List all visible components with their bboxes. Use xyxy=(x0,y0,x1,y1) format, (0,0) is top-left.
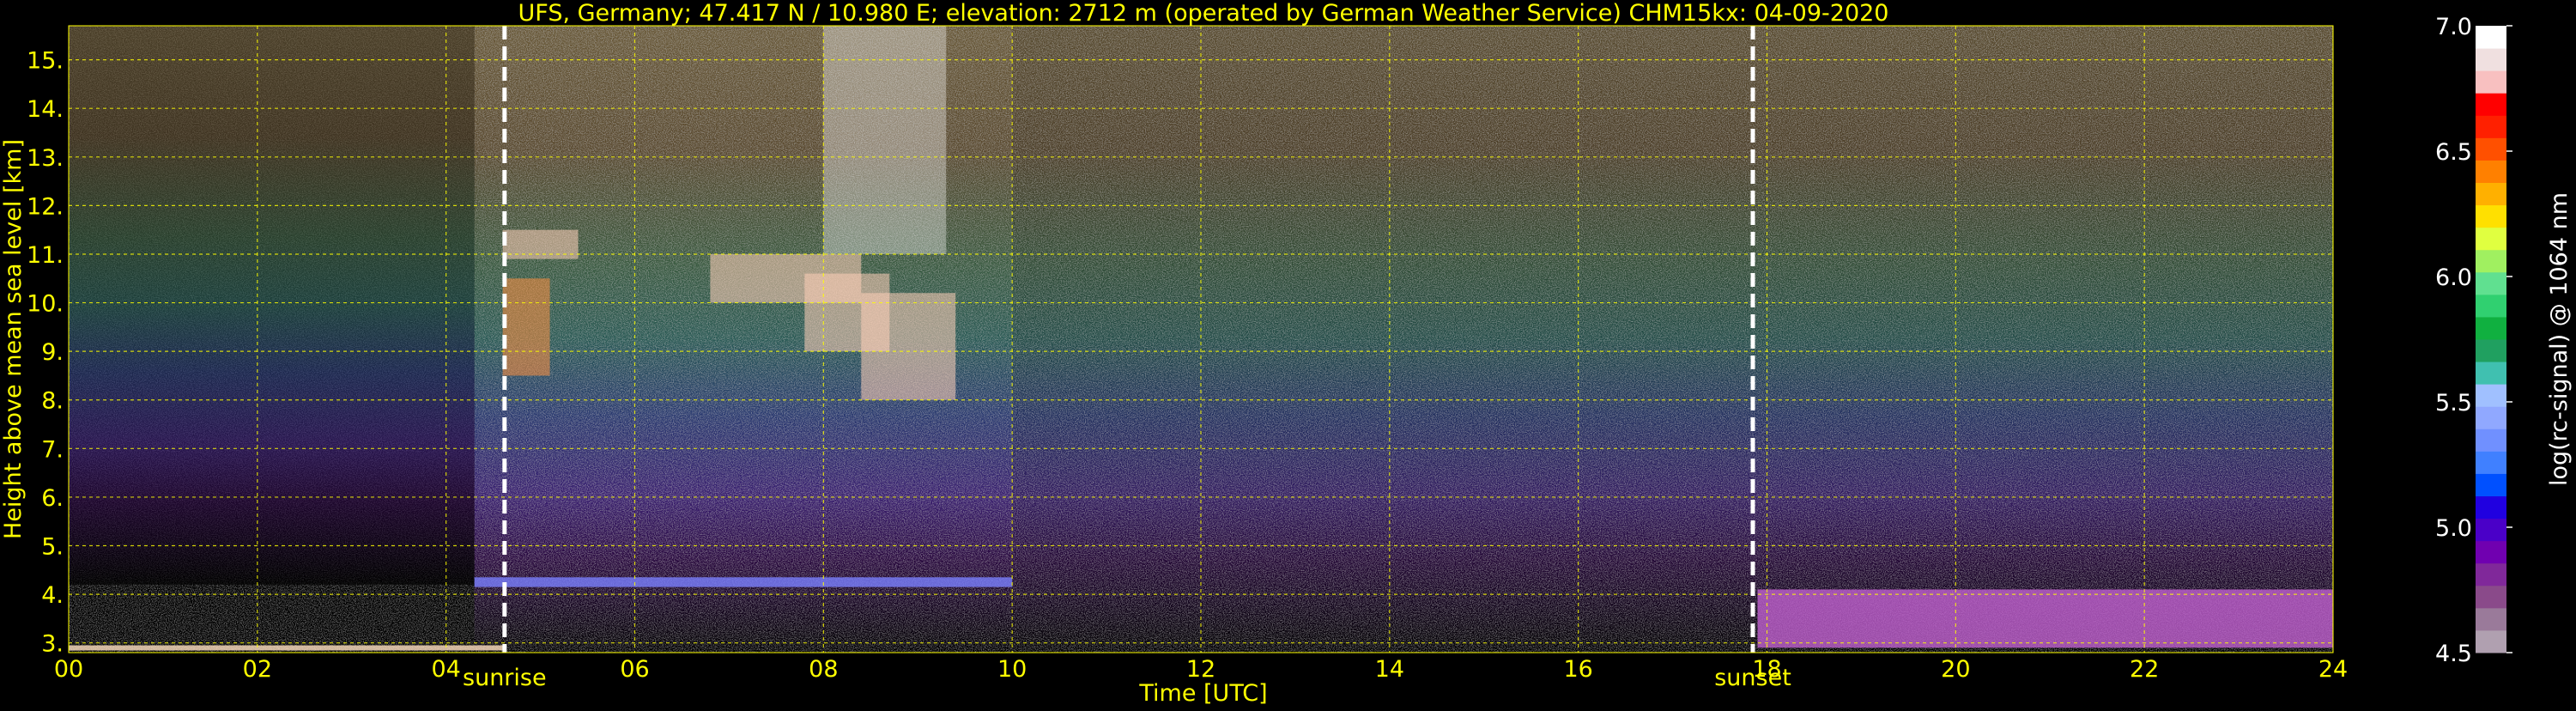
y-tick-label: 15. xyxy=(27,48,64,75)
night-signal-field xyxy=(69,26,475,585)
x-tick-label: 14 xyxy=(1375,656,1404,683)
colorbar-segment xyxy=(2476,48,2506,71)
x-axis-label: Time [UTC] xyxy=(1138,680,1267,707)
y-tick-label: 10. xyxy=(27,291,64,318)
colorbar-segment xyxy=(2476,294,2506,318)
colorbar-tick-label: 6.0 xyxy=(2435,264,2472,291)
colorbar-segment xyxy=(2476,562,2506,586)
cirrus-patch xyxy=(502,229,579,259)
y-tick-label: 14. xyxy=(27,96,64,123)
colorbar-segment xyxy=(2476,607,2506,631)
ceilometer-svg: UFS, Germany; 47.417 N / 10.980 E; eleva… xyxy=(0,0,2573,707)
plot-area xyxy=(69,26,2333,653)
colorbar-segment xyxy=(2476,629,2506,653)
x-tick-labels: 00 02 04 06 08 10 12 14 16 18 20 22 24 xyxy=(54,656,2348,683)
colorbar-tick-label: 5.5 xyxy=(2435,390,2472,416)
colorbar-segment xyxy=(2476,26,2506,49)
y-tick-label: 4. xyxy=(41,582,64,609)
ground-return xyxy=(69,645,503,651)
colorbar-segment xyxy=(2476,271,2506,295)
y-tick-label: 9. xyxy=(41,339,64,366)
cirrus-patch xyxy=(861,293,956,400)
x-tick-label: 10 xyxy=(997,656,1027,683)
colorbar-segment xyxy=(2476,339,2506,362)
boundary-layer-top-feature xyxy=(474,577,1013,587)
chart-title: UFS, Germany; 47.417 N / 10.980 E; eleva… xyxy=(518,0,1889,27)
colorbar-tick-label: 5.0 xyxy=(2435,515,2472,542)
colorbar-segment xyxy=(2476,249,2506,273)
colorbar-segment xyxy=(2476,540,2506,564)
colorbar-segment xyxy=(2476,182,2506,206)
cirrus-patch xyxy=(502,278,550,376)
residual-layer-feature xyxy=(1757,589,2333,648)
y-tick-label: 12. xyxy=(27,193,64,220)
x-tick-label: 02 xyxy=(243,656,272,683)
y-tick-label: 8. xyxy=(41,388,64,415)
y-tick-label: 6. xyxy=(41,485,64,512)
y-tick-labels: 3. 4. 5. 6. 7. 8. 9. 10. 11. 12. 13. 14. 15. xyxy=(27,48,64,658)
y-tick-label: 5. xyxy=(41,534,64,561)
colorbar-segment xyxy=(2476,316,2506,340)
colorbar-segment xyxy=(2476,115,2506,138)
colorbar-segment xyxy=(2476,406,2506,429)
x-tick-label: 00 xyxy=(54,656,83,683)
colorbar-label: log(rc-signal) @ 1064 nm xyxy=(2546,192,2573,486)
x-tick-label: 08 xyxy=(809,656,838,683)
colorbar-segment xyxy=(2476,70,2506,94)
colorbar-segment xyxy=(2476,204,2506,228)
x-tick-label: 04 xyxy=(431,656,460,683)
colorbar-segment xyxy=(2476,93,2506,116)
colorbar-segment xyxy=(2476,473,2506,496)
colorbar-tick-label: 6.5 xyxy=(2435,139,2472,166)
y-tick-label: 13. xyxy=(27,145,64,172)
colorbar xyxy=(2476,26,2506,653)
sunrise-label: sunrise xyxy=(463,665,547,691)
x-tick-label: 16 xyxy=(1563,656,1592,683)
y-tick-label: 7. xyxy=(41,436,64,463)
colorbar-segment xyxy=(2476,428,2506,452)
sunset-label: sunset xyxy=(1714,665,1791,691)
ceilometer-chart: UFS, Germany; 47.417 N / 10.980 E; eleva… xyxy=(0,0,2576,708)
colorbar-tick-label: 4.5 xyxy=(2435,641,2472,667)
x-tick-label: 12 xyxy=(1186,656,1215,683)
colorbar-segment xyxy=(2476,160,2506,183)
colorbar-segment xyxy=(2476,518,2506,542)
x-tick-label: 22 xyxy=(2130,656,2159,683)
x-tick-label: 20 xyxy=(1941,656,1970,683)
colorbar-segment xyxy=(2476,585,2506,609)
colorbar-segment xyxy=(2476,137,2506,161)
y-axis-label: Height above mean sea level [km] xyxy=(0,139,27,539)
colorbar-segment xyxy=(2476,451,2506,474)
colorbar-segment xyxy=(2476,362,2506,385)
colorbar-tick-label: 7.0 xyxy=(2435,14,2472,40)
colorbar-segment xyxy=(2476,227,2506,251)
y-tick-label: 3. xyxy=(41,631,64,658)
x-tick-label: 06 xyxy=(620,656,649,683)
x-tick-label: 24 xyxy=(2318,656,2348,683)
colorbar-segment xyxy=(2476,384,2506,407)
colorbar-segment xyxy=(2476,495,2506,520)
y-tick-label: 11. xyxy=(27,242,64,269)
